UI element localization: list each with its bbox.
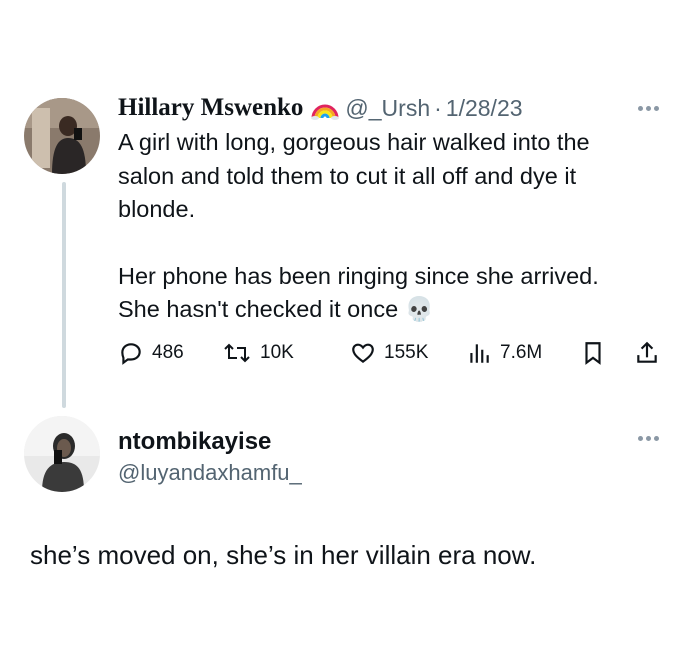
reply-count: 486 [152,342,184,363]
heart-icon [352,343,374,364]
tweet-line: salon and told them to cut it all off an… [118,162,577,189]
views-count: 7.6M [500,342,543,363]
skull-emoji: 💀 [404,296,434,322]
reply-button[interactable]: 486 [118,340,184,366]
retweet-icon [224,343,250,363]
tweet-line-last: She hasn't checked it once 💀 [118,293,678,327]
retweet-count: 10K [260,342,294,363]
like-count: 155K [384,342,429,363]
tweet-header: Hillary Mswenko @_Ursh · 1/28/23 [118,94,523,122]
reply-author-name[interactable]: ntombikayise [118,428,271,455]
retweet-button[interactable]: 10K [222,340,294,366]
tweet-more-icon[interactable] [638,106,659,111]
reply-author-handle[interactable]: @luyandaxhamfu_ [118,460,302,486]
share-button[interactable] [634,340,660,366]
tweet-line: She hasn't checked it once [118,296,399,322]
rainbow-icon [311,96,340,120]
tweet-body: A girl with long, gorgeous hair walked i… [118,126,678,327]
tweet-date[interactable]: 1/28/23 [446,95,523,122]
reply-author-avatar[interactable] [24,416,100,492]
tweet-line: A girl with long, gorgeous hair walked i… [118,129,590,155]
separator: · [434,94,442,121]
bookmark-button[interactable] [580,340,606,366]
bookmark-icon [585,342,601,365]
tweet-actions-bar: 486 10K 155K 7.6M [118,340,678,370]
reply-body: she’s moved on, she’s in her villain era… [30,540,537,570]
reply-more-icon[interactable] [638,436,659,441]
thread-connector-line [62,182,66,408]
views-icon [470,344,489,363]
author-avatar-image [24,98,100,174]
reply-header: ntombikayise [118,428,271,456]
author-handle[interactable]: @_Ursh [345,95,430,122]
reply-icon [121,343,141,365]
reply-avatar-image [24,416,100,492]
views-button[interactable]: 7.6M [466,340,542,366]
author-name[interactable]: Hillary Mswenko [118,94,303,122]
tweet-line: blonde. [118,196,196,222]
author-avatar[interactable] [24,98,100,174]
share-icon [637,341,657,363]
tweet-line: Her phone has been ringing since she arr… [118,262,599,289]
like-button[interactable]: 155K [350,340,428,366]
